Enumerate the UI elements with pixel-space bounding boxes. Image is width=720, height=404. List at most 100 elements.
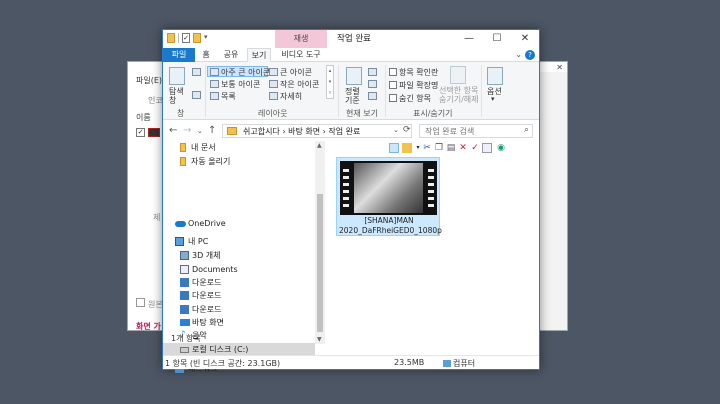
properties-icon[interactable]: ✓	[182, 33, 190, 43]
group-label-show-hide: 표시/숨기기	[413, 109, 453, 118]
background-label-original: 원본	[148, 300, 163, 309]
folder-icon[interactable]	[402, 143, 412, 153]
nav-item-onedrive[interactable]: OneDrive	[163, 217, 315, 230]
film-perforation	[343, 165, 349, 211]
background-label-remove: 제	[153, 213, 161, 222]
preview-icon[interactable]	[389, 143, 399, 153]
search-icon[interactable]: ⌕	[524, 125, 529, 135]
chevron-down-icon[interactable]: ⌄	[393, 126, 399, 134]
minimize-icon[interactable]: —	[455, 30, 483, 48]
layout-large[interactable]: 큰 아이콘	[280, 67, 312, 78]
sort-by-icon[interactable]	[346, 67, 362, 85]
details-pane-icon[interactable]	[192, 91, 201, 99]
nav-item-label: Documents	[192, 265, 238, 274]
add-columns-icon[interactable]	[368, 80, 377, 88]
layout-medium[interactable]: 보통 아이콘	[221, 79, 260, 90]
group-by-icon[interactable]	[368, 68, 377, 76]
item-count: 1개 항목	[171, 334, 201, 343]
breadcrumb[interactable]: 쉬고합시다 › 바탕 화면 › 작업 완료	[243, 126, 360, 137]
layout-small[interactable]: 작은 아이콘	[280, 79, 319, 90]
file-name-line-2: 2020_DaFRheiGED0_1080p	[339, 226, 442, 235]
separator	[205, 65, 206, 117]
chevron-down-icon[interactable]: ▾	[204, 33, 208, 43]
desktop-icon	[180, 319, 190, 326]
chevron-down-icon[interactable]: ⌄	[515, 50, 522, 59]
hidden-items-label[interactable]: 숨긴 항목	[399, 93, 431, 104]
nav-item-documents[interactable]: Documents	[163, 263, 315, 276]
extra-large-icons-icon	[210, 68, 219, 76]
drive-icon	[180, 347, 189, 353]
file-extensions-label[interactable]: 파일 확장명	[399, 80, 438, 91]
close-icon[interactable]: ✕	[556, 63, 563, 72]
quick-access-toolbar: ✓ ▾	[167, 33, 208, 43]
layout-details[interactable]: 자세히	[280, 91, 302, 102]
maximize-icon[interactable]: ☐	[483, 30, 511, 48]
tab-video-tools[interactable]: 비디오 도구	[275, 48, 327, 62]
context-tab-play[interactable]: 재생	[275, 30, 327, 48]
back-arrow-icon[interactable]: ←	[169, 125, 177, 136]
globe-icon[interactable]: ◉	[496, 143, 506, 153]
size-columns-icon[interactable]	[368, 92, 377, 100]
layout-extra-large[interactable]: 아주 큰 아이콘	[221, 67, 270, 78]
layout-list[interactable]: 목록	[221, 91, 236, 102]
nav-item-3d-objects[interactable]: 3D 개체	[163, 249, 315, 262]
options-icon[interactable]	[487, 67, 503, 85]
nav-item-auto-upload[interactable]: 자동 올리기	[163, 155, 315, 168]
background-menu-file[interactable]: 파일(E)	[136, 75, 162, 86]
hidden-items-checkbox[interactable]	[389, 94, 397, 102]
nav-item-label: 다운로드	[192, 291, 222, 300]
help-icon[interactable]: ?	[525, 50, 535, 60]
refresh-icon[interactable]: ⟳	[403, 125, 411, 135]
nav-item-my-documents[interactable]: 내 문서	[163, 141, 315, 154]
chevron-down-icon[interactable]: ▾	[491, 95, 495, 103]
paste-icon[interactable]: ▤	[446, 143, 456, 153]
hide-selected-icon	[450, 66, 466, 84]
group-label-pane: 창	[177, 109, 185, 118]
copy-icon[interactable]: ❐	[434, 143, 444, 153]
layout-gallery-scroll[interactable]: ▴ ▾ ▿	[326, 65, 334, 99]
cut-icon[interactable]: ✂	[422, 143, 432, 153]
scrollbar-thumb[interactable]	[317, 194, 323, 332]
search-box[interactable]: ⌕	[419, 124, 533, 138]
background-checkbox-original[interactable]	[136, 298, 145, 307]
ribbon-tabs: 파일 홈 공유 보기 비디오 도구 ⌄ ?	[163, 48, 539, 63]
item-checkboxes-label[interactable]: 항목 확인란	[399, 67, 438, 78]
details-icon	[269, 92, 278, 100]
tab-file[interactable]: 파일	[163, 48, 195, 62]
navigation-pane: 내 문서 자동 올리기 OneDrive 내 PC 3D 개체 Document…	[163, 141, 326, 373]
nav-item-downloads-2[interactable]: 다운로드	[163, 289, 315, 302]
rename-icon[interactable]	[482, 143, 492, 153]
hide-selected-label-2: 숨기기/해제	[439, 95, 479, 104]
nav-item-downloads-3[interactable]: 다운로드	[163, 303, 315, 316]
forward-arrow-icon[interactable]: →	[183, 125, 191, 136]
up-arrow-icon[interactable]: ↑	[208, 125, 216, 136]
item-checkboxes-checkbox[interactable]	[389, 68, 397, 76]
close-icon[interactable]: ✕	[511, 30, 539, 48]
nav-item-downloads-1[interactable]: 다운로드	[163, 276, 315, 289]
delete-icon[interactable]: ✕	[458, 143, 468, 153]
nav-scrollbar[interactable]: ▲ ▼	[315, 141, 325, 344]
file-extensions-checkbox[interactable]	[389, 81, 397, 89]
nav-item-desktop[interactable]: 바탕 화면	[163, 316, 315, 329]
tab-share[interactable]: 공유	[219, 48, 243, 62]
scroll-up-icon[interactable]: ▲	[317, 142, 322, 149]
preview-pane-icon[interactable]	[192, 68, 201, 76]
separator	[338, 65, 339, 117]
checkmark-icon[interactable]: ✓	[470, 143, 480, 153]
navigation-pane-icon[interactable]	[169, 67, 185, 85]
new-folder-icon[interactable]	[193, 33, 201, 43]
tab-home[interactable]: 홈	[197, 48, 215, 62]
status-selection: 1 항목 (빈 디스크 공간: 23.1GB)	[165, 359, 281, 368]
nav-pane-label-2[interactable]: 창	[169, 95, 176, 106]
search-input[interactable]	[420, 125, 516, 137]
background-checkbox[interactable]: ✓	[136, 128, 145, 137]
recent-locations-icon[interactable]: ⌄	[197, 127, 203, 135]
nav-item-this-pc[interactable]: 내 PC	[163, 235, 315, 248]
file-item-video[interactable]: [SHANA]MAN 2020_DaFRheiGED0_1080p	[336, 157, 442, 236]
window-title: 작업 완료	[337, 34, 371, 44]
sort-label-2[interactable]: 기준	[345, 95, 360, 106]
video-file-icon	[148, 128, 160, 137]
tab-view[interactable]: 보기	[247, 48, 271, 63]
folder-icon	[180, 143, 186, 152]
address-bar[interactable]: 쉬고합시다 › 바탕 화면 › 작업 완료 ⌄ ⟳	[222, 124, 412, 138]
